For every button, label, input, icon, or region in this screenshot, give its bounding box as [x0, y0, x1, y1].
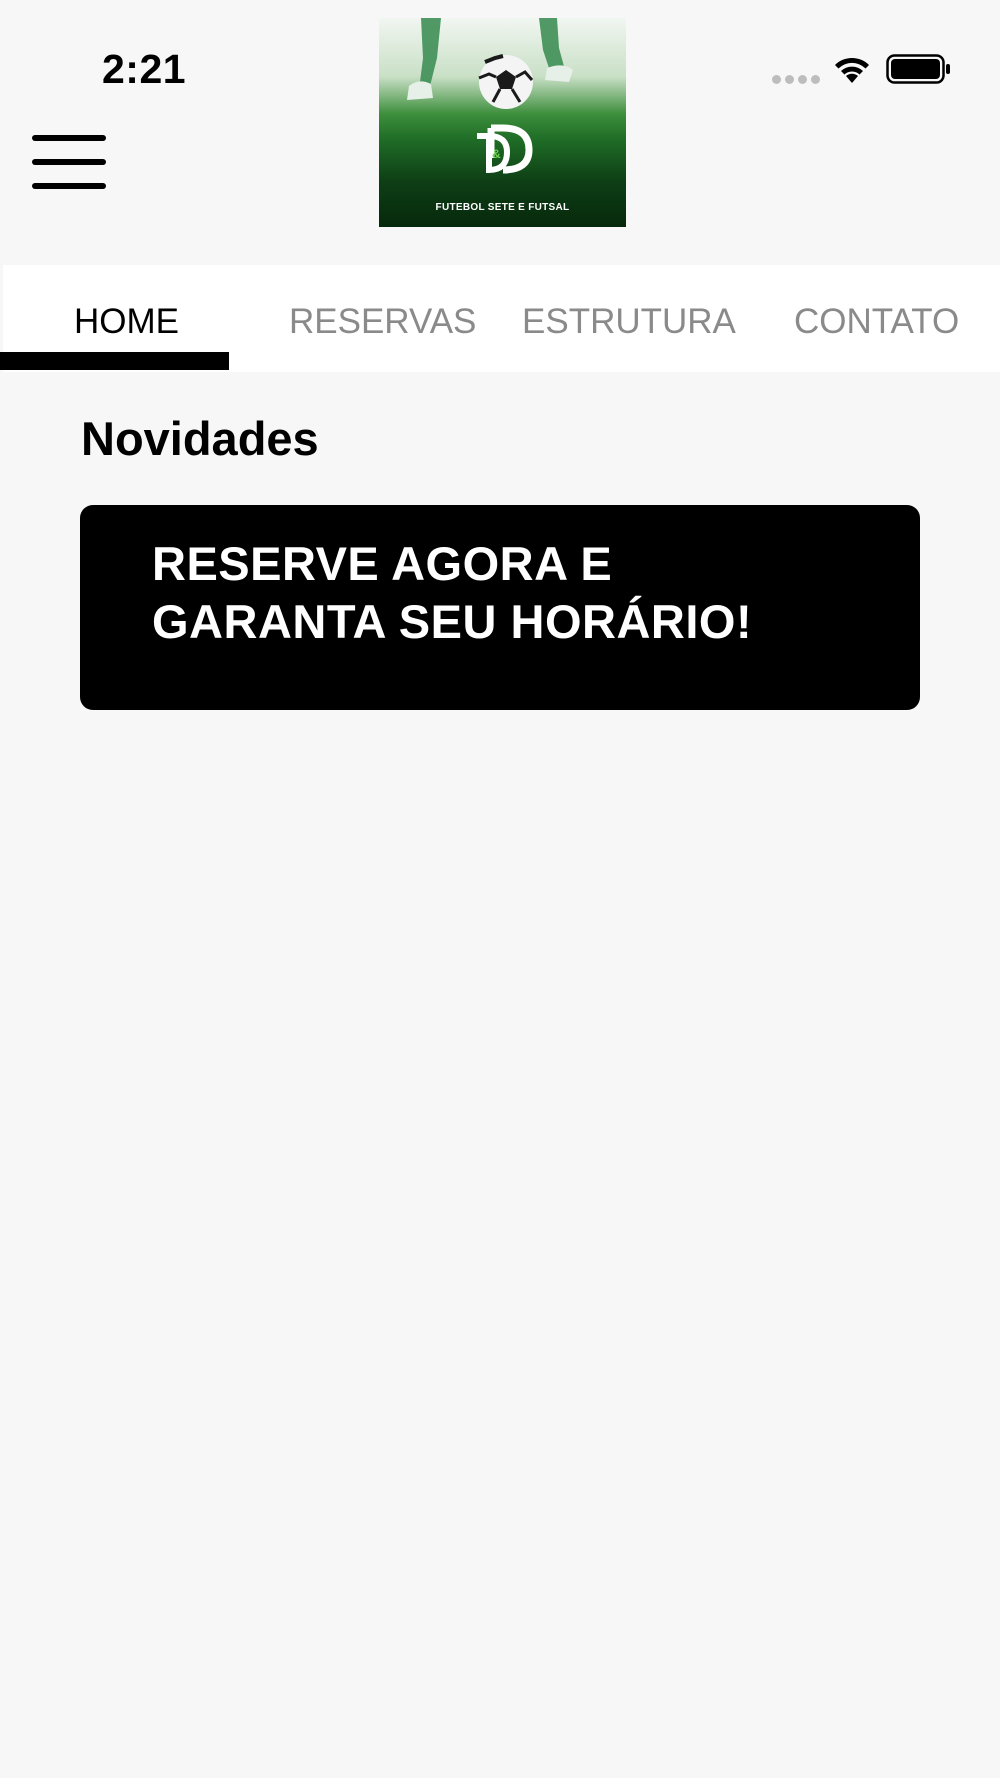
battery-icon [886, 54, 950, 84]
wifi-icon [835, 57, 869, 83]
section-title: Novidades [81, 412, 319, 465]
svg-text:&: & [492, 147, 501, 161]
promo-banner[interactable]: RESERVE AGORA E GARANTA SEU HORÁRIO! [80, 505, 920, 710]
tab-reservas[interactable]: RESERVAS [289, 301, 476, 343]
promo-line-1: RESERVE AGORA E [152, 537, 613, 590]
tab-contato[interactable]: CONTATO [794, 301, 959, 343]
signal-dots-icon [772, 75, 820, 84]
tab-estrutura[interactable]: ESTRUTURA [522, 301, 736, 343]
active-tab-indicator [0, 352, 229, 370]
hamburger-menu-icon[interactable] [32, 135, 106, 189]
logo-caption: FUTEBOL SETE E FUTSAL [435, 202, 570, 213]
promo-line-2: GARANTA SEU HORÁRIO! [152, 595, 753, 648]
app-logo: & FUTEBOL SETE E FUTSAL [379, 18, 626, 227]
tab-home[interactable]: HOME [74, 301, 179, 343]
promo-text: RESERVE AGORA E GARANTA SEU HORÁRIO! [152, 535, 872, 651]
status-time: 2:21 [102, 46, 187, 92]
